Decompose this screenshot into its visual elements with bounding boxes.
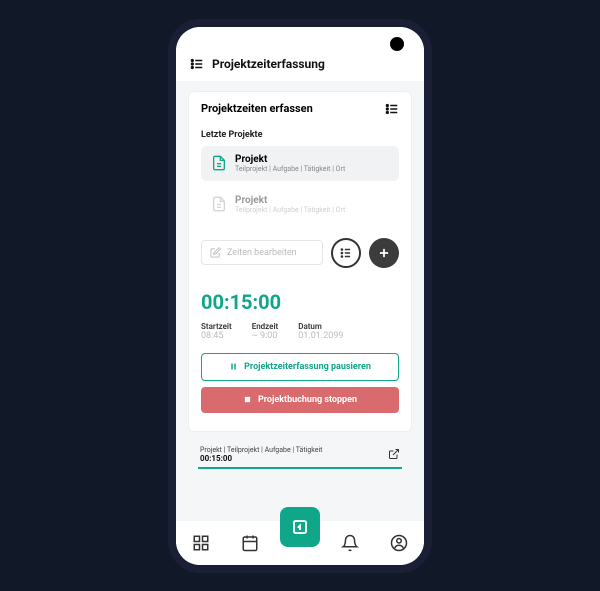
app-header: Projektzeiterfassung [176,27,424,81]
project-title: Projekt [235,195,345,206]
pause-label: Projektzeiterfassung pausieren [244,362,371,372]
edit-times-label: Zeiten bearbeiten [227,248,297,258]
nav-profile[interactable] [388,532,410,554]
pause-icon [229,362,238,371]
end-time-label: Endzeit [252,322,279,331]
nav-track-button[interactable] [280,507,320,547]
summary-time: 00:15:00 [200,454,322,463]
edit-times-button[interactable]: Zeiten bearbeiten [201,240,323,265]
document-icon [211,196,227,212]
stop-button[interactable]: Projektbuchung stoppen [201,387,399,413]
project-subtitle: Teilprojekt | Aufgabe | Tätigkeit | Ort [235,165,345,173]
recent-projects-label: Letzte Projekte [201,130,399,140]
screen: Projektzeiterfassung Projektzeiten erfas… [176,27,424,565]
card-header: Projektzeiten erfassen [189,92,411,126]
time-tracking-card: Projektzeiten erfassen Letzte Projekte [188,91,412,432]
card-title: Projektzeiten erfassen [201,102,313,115]
bottom-nav [176,521,424,565]
project-subtitle: Teilprojekt | Aufgabe | Tätigkeit | Ort [235,206,345,214]
date-value: 01.01.2099 [298,331,343,341]
stop-label: Projektbuchung stoppen [258,395,357,405]
start-time-col: Startzeit 08:45 [201,322,232,341]
external-link-icon[interactable] [388,448,400,460]
page-title: Projektzeiterfassung [212,57,325,71]
pause-button[interactable]: Projektzeiterfassung pausieren [201,353,399,381]
edit-icon [210,247,221,258]
timer-value: 00:15:00 [201,290,399,314]
document-icon [211,155,227,171]
end-time-value: ~ 9:00 [252,331,279,341]
list-button[interactable] [331,238,361,268]
list-toggle-icon[interactable] [385,102,399,116]
date-col: Datum 01.01.2099 [298,322,343,341]
project-item-inactive[interactable]: Projekt Teilprojekt | Aufgabe | Tätigkei… [201,187,399,222]
recent-projects: Letzte Projekte Projekt Teilprojekt | [189,130,411,238]
phone-frame: Projektzeiterfassung Projektzeiten erfas… [168,19,432,573]
nav-dashboard[interactable] [190,532,212,554]
nav-notifications[interactable] [339,532,361,554]
timer-section: 00:15:00 Startzeit 08:45 Endzeit ~ 9:00 … [189,280,411,431]
summary-row: Projekt | Teilprojekt | Aufgabe | Tätigk… [188,442,412,465]
project-item-active[interactable]: Projekt Teilprojekt | Aufgabe | Tätigkei… [201,146,399,181]
camera-dot [390,37,404,51]
nav-calendar[interactable] [239,532,261,554]
timer-meta: Startzeit 08:45 Endzeit ~ 9:00 Datum 01.… [201,322,399,341]
content-area: Projektzeiten erfassen Letzte Projekte [176,81,424,521]
add-button[interactable] [369,238,399,268]
actions-row: Zeiten bearbeiten [189,238,411,280]
start-time-label: Startzeit [201,322,232,331]
menu-icon[interactable] [190,57,204,71]
accent-divider [198,467,402,469]
summary-crumbs: Projekt | Teilprojekt | Aufgabe | Tätigk… [200,446,322,454]
start-time-value: 08:45 [201,331,232,341]
end-time-col: Endzeit ~ 9:00 [252,322,279,341]
date-label: Datum [298,322,343,331]
project-text: Projekt Teilprojekt | Aufgabe | Tätigkei… [235,154,345,173]
summary-left: Projekt | Teilprojekt | Aufgabe | Tätigk… [200,446,322,463]
stop-icon [243,395,252,404]
project-title: Projekt [235,154,345,165]
project-text: Projekt Teilprojekt | Aufgabe | Tätigkei… [235,195,345,214]
